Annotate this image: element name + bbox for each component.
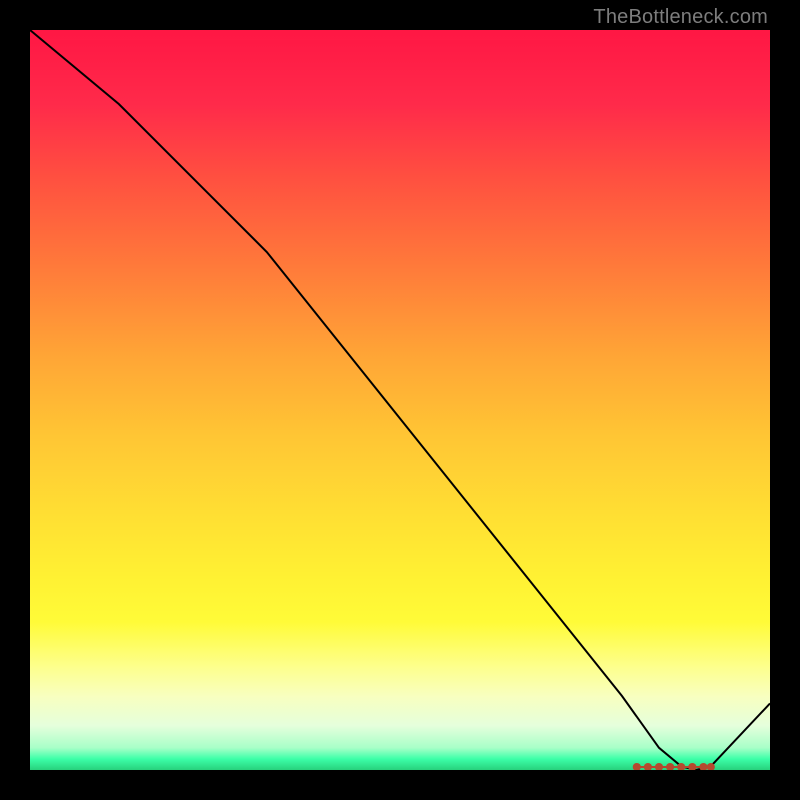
chart-svg (30, 30, 770, 770)
main-curve (30, 30, 770, 770)
watermark-text: TheBottleneck.com (593, 6, 768, 29)
frame-right (770, 0, 800, 800)
frame-left (0, 0, 30, 800)
curve-group (30, 30, 770, 770)
chart-container: TheBottleneck.com (0, 0, 800, 800)
frame-bottom (0, 770, 800, 800)
